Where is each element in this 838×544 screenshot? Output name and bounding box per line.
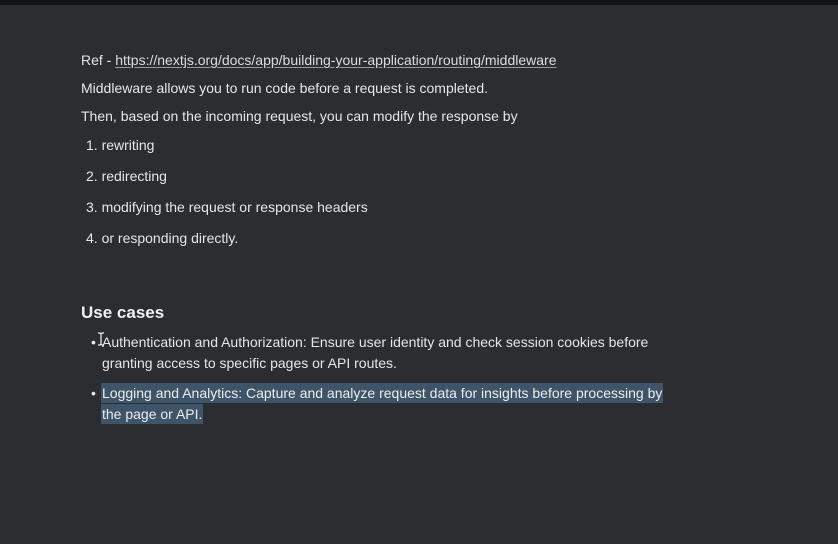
selected-text-line[interactable]: Logging and Analytics: Capture and analy… <box>102 384 663 402</box>
intro-line-1: Middleware allows you to run code before… <box>81 80 488 96</box>
list-item-selected[interactable]: Logging and Analytics: Capture and analy… <box>102 383 682 425</box>
list-item: 2. redirecting <box>86 168 167 184</box>
list-item-line: Authentication and Authorization: Ensure… <box>102 334 649 350</box>
text-cursor-icon <box>98 332 104 346</box>
bullet-marker: • <box>91 385 96 401</box>
window-top-edge <box>0 0 838 5</box>
list-item-line: granting access to specific pages or API… <box>102 355 397 371</box>
intro-line-2: Then, based on the incoming request, you… <box>81 108 518 124</box>
list-item: 4. or responding directly. <box>86 230 239 246</box>
reference-link[interactable]: https://nextjs.org/docs/app/building-you… <box>115 52 556 68</box>
selected-text-line[interactable]: the page or API. <box>102 405 203 423</box>
section-heading: Use cases <box>81 303 165 322</box>
reference-line: Ref - https://nextjs.org/docs/app/buildi… <box>81 50 556 70</box>
list-item: 1. rewriting <box>86 137 155 153</box>
reference-prefix: Ref - <box>81 52 116 68</box>
list-item: Authentication and Authorization: Ensure… <box>102 332 682 374</box>
list-item: 3. modifying the request or response hea… <box>86 199 368 215</box>
